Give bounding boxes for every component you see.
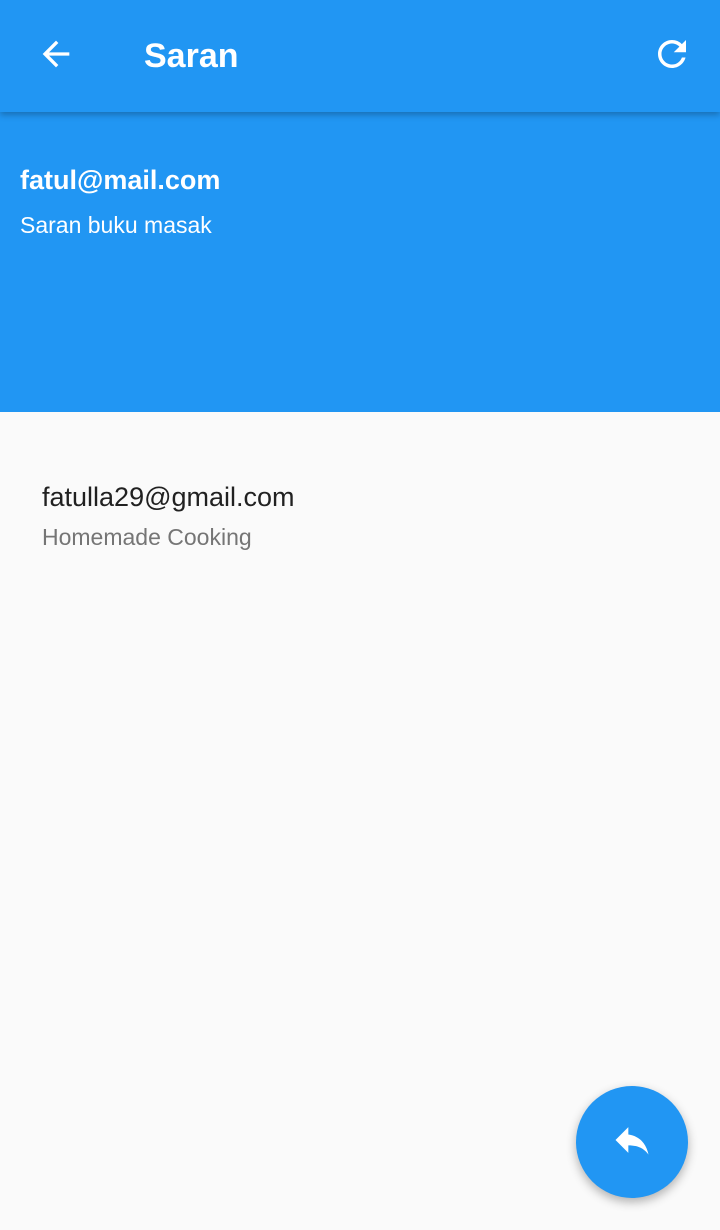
list-item-subtitle: Homemade Cooking <box>42 524 252 550</box>
message-header: fatul@mail.com Saran buku masak <box>0 112 720 412</box>
reply-icon <box>610 1118 654 1167</box>
page-title: Saran <box>144 37 239 75</box>
header-email: fatul@mail.com <box>20 165 221 195</box>
header-subject: Saran buku masak <box>20 212 212 238</box>
reply-button[interactable] <box>576 1086 688 1198</box>
list-item-email: fatulla29@gmail.com <box>42 482 295 512</box>
back-button[interactable] <box>28 28 84 84</box>
arrow-back-icon <box>36 34 76 79</box>
app-bar: Saran <box>0 0 720 112</box>
list-item[interactable]: fatulla29@gmail.com Homemade Cooking <box>0 412 720 592</box>
suggestion-list: fatulla29@gmail.com Homemade Cooking <box>0 412 720 592</box>
refresh-icon <box>651 33 693 80</box>
refresh-button[interactable] <box>644 28 700 84</box>
